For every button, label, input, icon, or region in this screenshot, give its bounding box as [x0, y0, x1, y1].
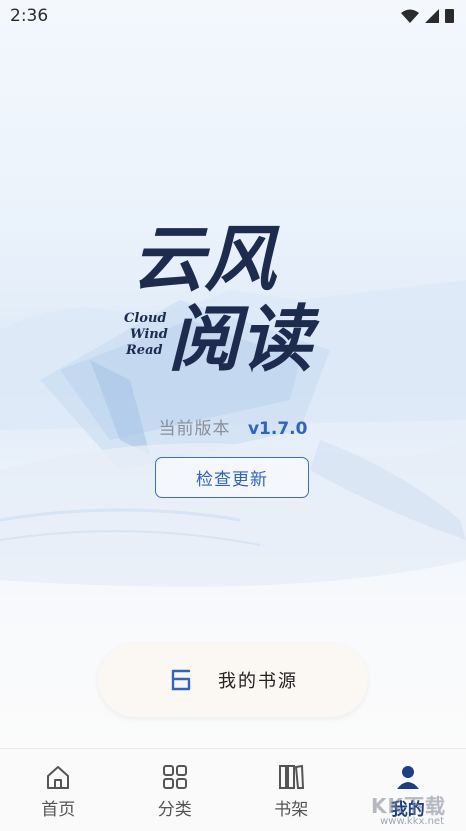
- status-bar: 2:36: [0, 0, 466, 34]
- tab-bookshelf[interactable]: 书架: [233, 749, 350, 831]
- app-logo: 云风 阅读 Cloud Wind Read: [118, 196, 358, 386]
- signal-icon: [425, 9, 439, 23]
- logo-line1: 云风: [132, 216, 280, 301]
- logo-en-1: Cloud: [124, 311, 167, 326]
- tab-category[interactable]: 分类: [117, 749, 234, 831]
- bookshelf-icon: [277, 763, 305, 791]
- tab-bookshelf-label: 书架: [274, 795, 308, 820]
- person-icon: [394, 763, 422, 791]
- wifi-icon: [401, 9, 419, 23]
- source-button-label: 我的书源: [218, 667, 298, 693]
- home-icon: [44, 763, 72, 791]
- my-book-source-button[interactable]: 我的书源: [98, 643, 368, 717]
- version-info: 当前版本 v1.7.0: [0, 414, 466, 439]
- watermark-url: www.kkx.net: [380, 816, 444, 827]
- tab-home-label: 首页: [41, 795, 75, 820]
- battery-icon: [445, 8, 454, 23]
- tab-category-label: 分类: [158, 795, 192, 820]
- status-time: 2:36: [10, 6, 48, 26]
- logo-line2: 阅读: [168, 296, 320, 381]
- grid-icon: [161, 763, 189, 791]
- book-source-icon: [168, 667, 194, 693]
- version-value: v1.7.0: [248, 419, 307, 439]
- logo-en-3: Read: [125, 343, 163, 358]
- version-label: 当前版本: [159, 419, 231, 439]
- check-update-button[interactable]: 检查更新: [155, 457, 309, 498]
- watermark-logo: KK下载: [371, 790, 446, 819]
- tab-home[interactable]: 首页: [0, 749, 117, 831]
- logo-en-2: Wind: [130, 327, 168, 342]
